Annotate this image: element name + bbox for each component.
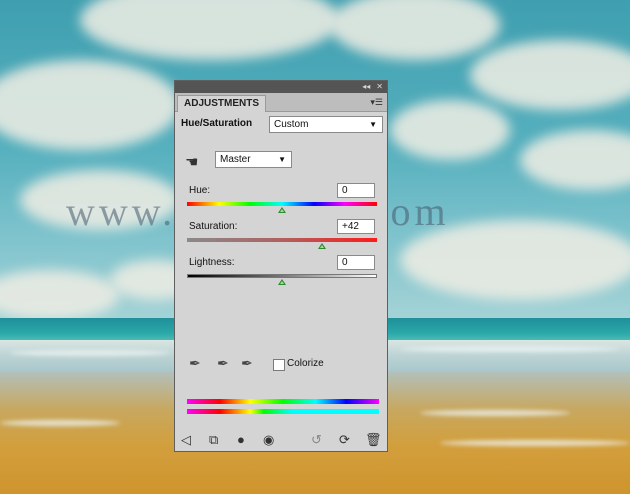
saturation-label: Saturation: [189,221,238,232]
eyedropper-minus-icon[interactable]: ✒ [241,355,253,372]
wave-line [0,420,120,426]
lightness-label: Lightness: [189,257,235,268]
lightness-track[interactable] [187,274,377,278]
cloud [390,100,510,160]
close-icon[interactable]: ✕ [376,83,383,91]
channel-select[interactable]: Master ▼ [215,151,292,168]
panel-titlebar[interactable]: ◂◂ ✕ [175,81,387,93]
visibility-eye-icon[interactable]: ◉ [263,432,274,448]
adjustments-panel: ◂◂ ✕ ADJUSTMENTS ▾☰ Hue/Saturation Custo… [174,80,388,452]
saturation-input[interactable]: +42 [337,219,375,234]
wave-line [440,440,630,446]
adjustment-title: Hue/Saturation [181,118,253,129]
hue-slider-thumb[interactable] [278,207,286,213]
collapse-arrows-icon[interactable]: ◂◂ [362,83,370,91]
back-arrow-icon[interactable]: ◁ [181,432,191,448]
hue-input[interactable]: 0 [337,183,375,198]
eyedropper-icon[interactable]: ✒ [189,355,201,372]
clip-layer-icon[interactable]: ● [237,432,245,447]
chevron-down-icon: ▼ [278,155,286,164]
hue-track[interactable] [187,202,377,206]
panel-footer: ◁ ⧉ ● ◉ ↺ ⟳ 🗑 [175,429,387,451]
saturation-track[interactable] [187,238,377,242]
eyedropper-plus-icon[interactable]: ✒ [217,355,229,372]
hue-label: Hue: [189,185,211,196]
lightness-input[interactable]: 0 [337,255,375,270]
trash-icon[interactable]: 🗑 [365,432,382,448]
panel-menu-icon[interactable]: ▾☰ [370,97,383,108]
wave-line [420,410,570,416]
colorize-checkbox[interactable] [273,359,285,371]
lightness-slider-thumb[interactable] [278,279,286,285]
tab-adjustments[interactable]: ADJUSTMENTS [177,95,267,112]
input-color-bar [187,399,379,404]
hand-adjust-icon[interactable]: ☚ [185,153,198,171]
saturation-slider-thumb[interactable] [317,243,326,249]
wave-line [400,346,620,352]
wave-line [10,350,170,356]
colorize-label: Colorize [287,358,324,369]
previous-state-icon[interactable]: ↺ [311,432,322,448]
output-color-bar [187,409,379,414]
preset-select[interactable]: Custom ▼ [269,116,383,133]
channel-value: Master [220,154,251,165]
chevron-down-icon: ▼ [369,120,377,129]
expand-view-icon[interactable]: ⧉ [209,432,218,448]
preset-value: Custom [274,119,309,130]
reset-icon[interactable]: ⟳ [339,432,350,448]
tab-row: ADJUSTMENTS ▾☰ [175,93,387,112]
